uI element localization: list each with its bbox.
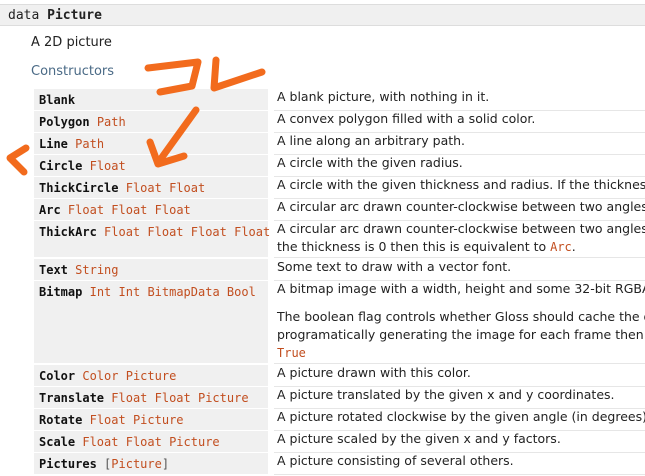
constructor-name: Rotate bbox=[39, 413, 83, 427]
doc-line: A picture drawn with this color. bbox=[277, 365, 471, 380]
constructor-signature: Rotate Float Picture bbox=[34, 409, 268, 430]
type-link[interactable]: Picture bbox=[169, 435, 220, 449]
type-link[interactable]: Float bbox=[155, 391, 191, 405]
type-link[interactable]: Float bbox=[234, 225, 270, 239]
section-title-constructors: Constructors bbox=[31, 64, 115, 79]
constructor-doc: A blank picture, with nothing in it. bbox=[277, 88, 489, 106]
type-link[interactable]: Picture bbox=[111, 457, 162, 471]
doc-line: A convex polygon filled with a solid col… bbox=[277, 111, 536, 126]
constructor-signature: Translate Float Float Picture bbox=[34, 387, 268, 408]
doc-line: A blank picture, with nothing in it. bbox=[277, 89, 490, 104]
decl-keyword: data bbox=[8, 8, 40, 23]
constructor-doc: A picture translated by the given x and … bbox=[277, 386, 615, 404]
constructor-name: Circle bbox=[39, 159, 83, 173]
type-link[interactable]: Picture bbox=[126, 369, 177, 383]
constructor-signature: Bitmap Int Int BitmapData Bool bbox=[34, 281, 268, 363]
type-link[interactable]: Float bbox=[147, 225, 183, 239]
decl-type-name: Picture bbox=[47, 8, 102, 23]
constructor-name: Translate bbox=[39, 391, 105, 405]
code-link[interactable]: Arc bbox=[550, 240, 572, 254]
constructor-signature: Line Path bbox=[34, 133, 268, 154]
constructor-name: Bitmap bbox=[39, 285, 83, 299]
constructor-doc: A bitmap image with a width, height and … bbox=[277, 280, 645, 362]
constructor-signature: Pictures [Picture] bbox=[34, 453, 268, 474]
type-link[interactable]: Float bbox=[68, 203, 104, 217]
type-link[interactable]: Float bbox=[90, 159, 126, 173]
type-link[interactable]: Float bbox=[82, 435, 118, 449]
constructor-name: Line bbox=[39, 137, 68, 151]
doc-line: A picture rotated clockwise by the given… bbox=[277, 409, 645, 424]
code-link[interactable]: True bbox=[277, 346, 306, 360]
type-link[interactable]: Float bbox=[155, 203, 191, 217]
constructor-name: ThickCircle bbox=[39, 181, 119, 195]
doc-line: programatically generating the image for… bbox=[277, 327, 645, 342]
doc-line: A circle with the given thickness and ra… bbox=[277, 177, 645, 192]
constructor-doc: A circle with the given radius. bbox=[277, 154, 463, 172]
doc-line: True bbox=[277, 344, 645, 362]
constructor-doc: A picture rotated clockwise by the given… bbox=[277, 408, 645, 426]
constructor-doc: A convex polygon filled with a solid col… bbox=[277, 110, 535, 128]
constructor-signature: ThickArc Float Float Float Float bbox=[34, 221, 270, 257]
constructor-signature: Blank bbox=[34, 89, 268, 110]
doc-line: A circle with the given radius. bbox=[277, 155, 463, 170]
constructor-doc: A circular arc drawn counter-clockwise b… bbox=[277, 198, 645, 216]
data-declaration: data Picture bbox=[0, 4, 645, 26]
doc-line: Some text to draw with a vector font. bbox=[277, 259, 512, 274]
type-link[interactable]: Bool bbox=[227, 285, 256, 299]
doc-line: the thickness is 0 then this is equivale… bbox=[277, 239, 576, 254]
type-link[interactable]: Int bbox=[119, 285, 141, 299]
type-link[interactable]: Float bbox=[126, 181, 162, 195]
constructor-signature: Polygon Path bbox=[34, 111, 268, 132]
constructor-name: ThickArc bbox=[39, 225, 97, 239]
constructor-signature: Circle Float bbox=[34, 155, 268, 176]
row-divider bbox=[274, 474, 645, 475]
type-link[interactable]: BitmapData bbox=[147, 285, 219, 299]
constructor-name: Polygon bbox=[39, 115, 90, 129]
constructor-signature: ThickCircle Float Float bbox=[34, 177, 268, 198]
constructor-signature: Arc Float Float Float bbox=[34, 199, 268, 220]
constructor-doc: A circle with the given thickness and ra… bbox=[277, 176, 645, 194]
type-link[interactable]: Float bbox=[90, 413, 126, 427]
doc-line: A picture scaled by the given x and y fa… bbox=[277, 431, 561, 446]
type-link[interactable]: Float bbox=[111, 203, 147, 217]
constructor-doc: A circular arc drawn counter-clockwise b… bbox=[277, 220, 645, 256]
type-link[interactable]: Float bbox=[104, 225, 140, 239]
doc-line: A circular arc drawn counter-clockwise b… bbox=[277, 221, 645, 236]
doc-line bbox=[277, 298, 645, 308]
constructor-signature: Scale Float Float Picture bbox=[34, 431, 268, 452]
type-link[interactable]: Float bbox=[111, 391, 147, 405]
constructor-doc: Some text to draw with a vector font. bbox=[277, 258, 511, 276]
type-link[interactable]: Picture bbox=[133, 413, 184, 427]
type-link[interactable]: Float bbox=[126, 435, 162, 449]
doc-line: A picture translated by the given x and … bbox=[277, 387, 615, 402]
doc-line: A circular arc drawn counter-clockwise b… bbox=[277, 199, 645, 214]
doc-line: A line along an arbitrary path. bbox=[277, 133, 466, 148]
constructor-signature: Text String bbox=[34, 259, 268, 280]
type-link[interactable]: Path bbox=[97, 115, 126, 129]
constructor-doc: A picture drawn with this color. bbox=[277, 364, 471, 382]
type-description: A 2D picture bbox=[31, 35, 112, 50]
type-link[interactable]: String bbox=[75, 263, 118, 277]
doc-line: The boolean flag controls whether Gloss … bbox=[277, 309, 645, 324]
constructor-doc: A picture scaled by the given x and y fa… bbox=[277, 430, 561, 448]
type-link[interactable]: Picture bbox=[198, 391, 249, 405]
constructor-name: Pictures bbox=[39, 457, 97, 471]
constructor-name: Text bbox=[39, 263, 68, 277]
type-link[interactable]: Int bbox=[90, 285, 112, 299]
constructor-name: Blank bbox=[39, 93, 76, 107]
type-link[interactable]: Color bbox=[82, 369, 118, 383]
constructor-doc: A line along an arbitrary path. bbox=[277, 132, 465, 150]
doc-line: A bitmap image with a width, height and … bbox=[277, 281, 645, 296]
constructor-doc: A picture consisting of several others. bbox=[277, 452, 514, 470]
constructor-name: Color bbox=[39, 369, 76, 383]
constructor-signature: Color Color Picture bbox=[34, 365, 268, 386]
constructor-name: Arc bbox=[39, 203, 61, 217]
type-link[interactable]: Float bbox=[169, 181, 205, 195]
constructor-name: Scale bbox=[39, 435, 76, 449]
type-link[interactable]: Path bbox=[75, 137, 104, 151]
doc-line: A picture consisting of several others. bbox=[277, 453, 514, 468]
type-link[interactable]: Float bbox=[191, 225, 227, 239]
